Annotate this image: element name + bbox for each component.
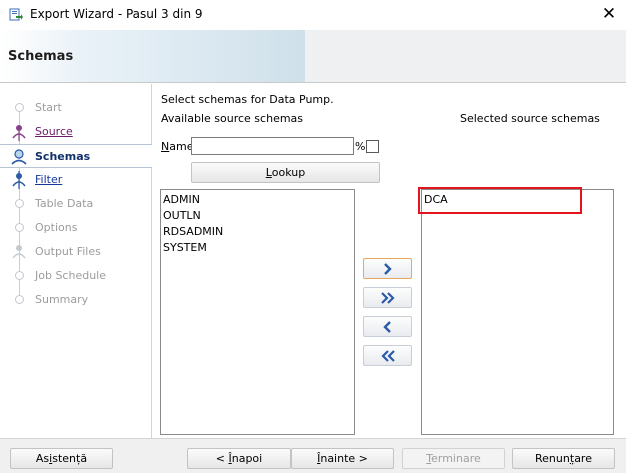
double-chevron-left-icon bbox=[381, 350, 395, 362]
step-label: Start bbox=[35, 101, 62, 114]
person-disabled-icon bbox=[12, 245, 26, 259]
double-chevron-right-icon bbox=[381, 292, 395, 304]
chevron-left-icon bbox=[383, 321, 391, 333]
move-all-left-button[interactable] bbox=[363, 345, 412, 366]
step-label[interactable]: Schemas bbox=[35, 150, 90, 163]
name-input[interactable] bbox=[191, 137, 354, 155]
step-job-schedule: Job Schedule bbox=[0, 264, 152, 288]
list-item[interactable]: RDSADMIN bbox=[161, 224, 354, 240]
percent-label: % bbox=[355, 140, 366, 153]
step-bullet-icon bbox=[15, 199, 24, 208]
close-icon[interactable]: ✕ bbox=[598, 4, 620, 26]
move-left-button[interactable] bbox=[363, 316, 412, 337]
list-item[interactable]: ADMIN bbox=[161, 192, 354, 208]
step-filter[interactable]: Filter bbox=[0, 168, 152, 192]
export-wizard-icon bbox=[9, 8, 23, 21]
available-schemas-list[interactable]: ADMIN OUTLN RDSADMIN SYSTEM bbox=[160, 189, 355, 435]
selected-schemas-label: Selected source schemas bbox=[460, 112, 600, 125]
wizard-steps-panel: Start Source Schemas Filter Table Data O… bbox=[0, 84, 152, 438]
step-label[interactable]: Source bbox=[35, 125, 73, 138]
step-start: Start bbox=[0, 96, 152, 120]
percent-checkbox[interactable] bbox=[366, 140, 379, 153]
title-bar: Export Wizard - Pasul 3 din 9 ✕ bbox=[0, 0, 626, 30]
move-right-button[interactable] bbox=[363, 258, 412, 279]
step-label: Summary bbox=[35, 293, 89, 306]
step-label: Job Schedule bbox=[35, 269, 107, 282]
step-label[interactable]: Filter bbox=[35, 173, 62, 186]
chevron-right-icon bbox=[384, 263, 392, 275]
page-title: Schemas bbox=[8, 49, 74, 64]
selected-schemas-list[interactable]: DCA bbox=[421, 189, 614, 435]
list-item[interactable]: SYSTEM bbox=[161, 240, 354, 256]
available-schemas-label: Available source schemas bbox=[161, 112, 304, 125]
step-output-files: Output Files bbox=[0, 240, 152, 264]
list-item[interactable]: OUTLN bbox=[161, 208, 354, 224]
finish-button: Terminare bbox=[402, 448, 505, 469]
highlight-annotation bbox=[418, 187, 582, 214]
person-active-icon bbox=[11, 149, 27, 165]
person-icon bbox=[12, 125, 26, 141]
step-summary: Summary bbox=[0, 288, 152, 312]
step-label: Options bbox=[35, 221, 78, 234]
cancel-button[interactable]: Renunțare bbox=[512, 448, 615, 469]
back-button[interactable]: < Înapoi bbox=[187, 448, 291, 469]
move-all-right-button[interactable] bbox=[363, 287, 412, 308]
step-bullet-icon bbox=[15, 103, 24, 112]
step-schemas[interactable]: Schemas bbox=[0, 144, 152, 168]
step-table-data: Table Data bbox=[0, 192, 152, 216]
instruction-text: Select schemas for Data Pump. bbox=[161, 93, 334, 106]
step-label: Output Files bbox=[35, 245, 101, 258]
person-icon bbox=[12, 171, 26, 189]
step-source[interactable]: Source bbox=[0, 120, 152, 144]
window-title: Export Wizard - Pasul 3 din 9 bbox=[30, 7, 203, 21]
name-label: Name bbox=[161, 140, 194, 153]
step-label: Table Data bbox=[35, 197, 94, 210]
help-button[interactable]: Asistență bbox=[10, 448, 113, 469]
step-options: Options bbox=[0, 216, 152, 240]
wizard-banner: Schemas bbox=[0, 30, 626, 83]
wizard-footer: Asistență < Înapoi Înainte > Terminare R… bbox=[0, 438, 626, 473]
step-bullet-icon bbox=[15, 295, 24, 304]
step-bullet-icon bbox=[15, 271, 24, 280]
next-button[interactable]: Înainte > bbox=[291, 448, 394, 469]
step-bullet-icon bbox=[15, 223, 24, 232]
lookup-button[interactable]: Lookup bbox=[191, 162, 380, 183]
